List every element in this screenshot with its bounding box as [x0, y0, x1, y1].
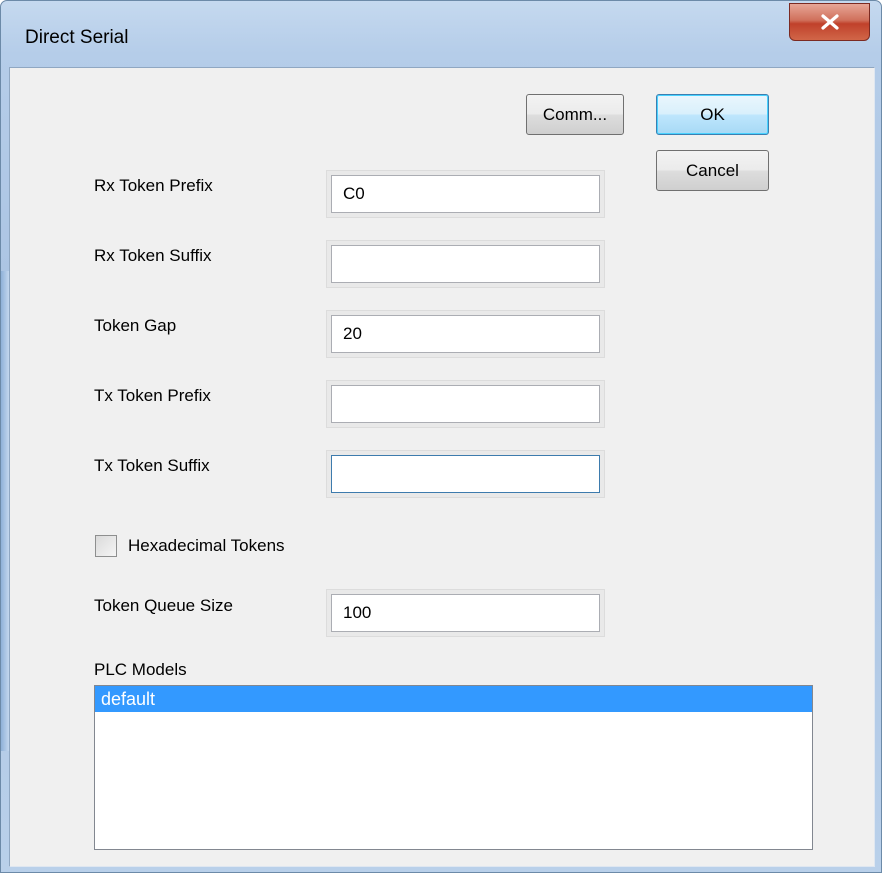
title-bar[interactable]: Direct Serial: [1, 1, 881, 67]
tx-token-prefix-label: Tx Token Prefix: [94, 386, 211, 405]
rx-token-suffix-frame: [326, 240, 605, 288]
hexadecimal-tokens-label[interactable]: Hexadecimal Tokens: [128, 536, 285, 556]
token-gap-label: Token Gap: [94, 316, 177, 335]
list-item[interactable]: default: [95, 686, 812, 712]
token-queue-size-label: Token Queue Size: [94, 596, 233, 615]
tx-token-suffix-field[interactable]: [331, 455, 600, 493]
cancel-button[interactable]: Cancel: [656, 150, 769, 191]
rx-token-suffix-label: Rx Token Suffix: [94, 246, 212, 265]
dialog-body: Comm... OK Cancel Rx Token Prefix C0 Rx …: [9, 67, 875, 867]
tx-token-prefix-field[interactable]: [331, 385, 600, 423]
tx-token-prefix-frame: [326, 380, 605, 428]
hexadecimal-tokens-checkbox[interactable]: [95, 535, 117, 557]
rx-token-prefix-frame: C0: [326, 170, 605, 218]
token-queue-size-field[interactable]: 100: [331, 594, 600, 632]
token-gap-frame: 20: [326, 310, 605, 358]
tx-token-suffix-frame: [326, 450, 605, 498]
rx-token-suffix-field[interactable]: [331, 245, 600, 283]
comm-button[interactable]: Comm...: [526, 94, 624, 135]
window-frame-edge: [1, 271, 9, 751]
rx-token-prefix-field[interactable]: C0: [331, 175, 600, 213]
token-gap-field[interactable]: 20: [331, 315, 600, 353]
plc-models-label: PLC Models: [94, 660, 187, 679]
rx-token-prefix-label: Rx Token Prefix: [94, 176, 213, 195]
close-icon: [821, 14, 839, 30]
close-button[interactable]: [789, 3, 870, 41]
plc-models-list[interactable]: default: [94, 685, 813, 850]
tx-token-suffix-label: Tx Token Suffix: [94, 456, 210, 475]
ok-button[interactable]: OK: [656, 94, 769, 135]
token-queue-size-frame: 100: [326, 589, 605, 637]
window-title: Direct Serial: [25, 27, 129, 48]
dialog-window: Direct Serial Comm... OK Cancel Rx Token…: [0, 0, 882, 873]
